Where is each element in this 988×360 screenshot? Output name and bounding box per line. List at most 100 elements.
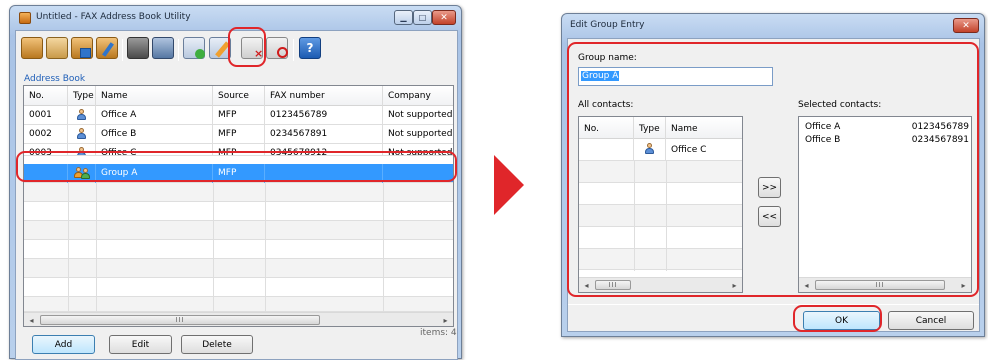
fax-user-icon[interactable] <box>152 37 174 59</box>
dialog-client-area: Group name: Group A All contacts: Select… <box>567 38 980 332</box>
arrow-icon <box>494 155 524 215</box>
cell-fax: 0123456789 <box>265 106 383 125</box>
save-icon[interactable] <box>71 37 93 59</box>
cell-type <box>68 125 96 144</box>
help-icon[interactable]: ? <box>299 37 321 59</box>
scroll-thumb[interactable]: III <box>595 280 631 290</box>
cell-name: Office A <box>96 106 213 125</box>
minimize-icon: ▁ <box>400 12 407 22</box>
scroll-thumb[interactable]: III <box>815 280 945 290</box>
delete-entry-icon[interactable]: × <box>241 37 263 60</box>
cancel-button[interactable]: Cancel <box>888 311 974 330</box>
table-header: No. Type Name <box>579 117 742 139</box>
scroll-left-icon[interactable]: ◂ <box>579 278 594 292</box>
selected-fax: 0123456789 <box>911 122 969 132</box>
column-divider <box>265 183 266 313</box>
column-header[interactable]: Name <box>96 86 213 106</box>
cell-company: Not supported <box>388 110 453 120</box>
person-icon <box>76 147 87 155</box>
selected-name: Office B <box>805 135 841 145</box>
horizontal-scrollbar[interactable]: ◂ III ▸ <box>799 277 971 292</box>
add-contact-icon[interactable] <box>183 37 205 59</box>
cell-name: Group A <box>96 164 213 183</box>
dialog-title-bar[interactable]: Edit Group Entry ✕ <box>562 14 984 38</box>
dialog-close-button[interactable]: ✕ <box>953 18 979 33</box>
cell-fax <box>265 164 383 183</box>
maximize-icon: □ <box>418 12 427 22</box>
edit-button[interactable]: Edit <box>109 335 172 354</box>
all-contacts-table[interactable]: No. Type Name Office C ◂ III ▸ <box>578 116 743 293</box>
table-row[interactable]: 0001 Office A MFP 0123456789 Not support… <box>24 106 453 125</box>
close-button[interactable]: ✕ <box>432 10 456 25</box>
ok-button[interactable]: OK <box>803 311 880 330</box>
scroll-right-icon[interactable]: ▸ <box>727 278 742 292</box>
horizontal-scrollbar[interactable]: ◂ III ▸ <box>579 277 742 292</box>
cell-company <box>383 164 453 183</box>
empty-row <box>24 240 453 259</box>
edit-book-icon[interactable] <box>96 37 118 59</box>
cell-no <box>579 139 634 161</box>
column-divider <box>213 183 214 313</box>
scroll-thumb[interactable]: III <box>40 315 320 325</box>
selected-contacts-list[interactable]: Office A 0123456789 Office B 0234567891 … <box>798 116 972 293</box>
empty-row <box>579 161 742 183</box>
column-header[interactable]: No. <box>579 117 634 139</box>
cell-no: 0001 <box>24 106 68 125</box>
cell-company: Not supported <box>388 148 453 156</box>
close-icon: ✕ <box>440 12 448 23</box>
group-name-field[interactable]: Group A <box>578 67 773 86</box>
scroll-right-icon[interactable]: ▸ <box>438 313 453 326</box>
selected-fax: 0234567891 <box>911 135 969 145</box>
table-row-selected[interactable]: Group A MFP <box>24 164 453 183</box>
add-button[interactable]: Add <box>32 335 95 354</box>
column-header[interactable]: No. <box>24 86 68 106</box>
empty-row <box>24 183 453 202</box>
horizontal-scrollbar[interactable]: ◂ III ▸ <box>24 312 453 326</box>
address-book-window: Untitled - FAX Address Book Utility ▁ □ … <box>9 5 462 360</box>
list-item[interactable]: Office B 0234567891 <box>805 135 969 147</box>
footer-divider <box>568 304 979 305</box>
block-entry-icon[interactable] <box>266 37 288 59</box>
column-header[interactable]: Name <box>666 117 742 139</box>
edit-group-icon[interactable] <box>209 37 231 59</box>
group-icon <box>73 167 91 179</box>
empty-row <box>579 205 742 227</box>
title-bar[interactable]: Untitled - FAX Address Book Utility ▁ □ … <box>10 6 461 30</box>
empty-row <box>24 297 453 312</box>
scroll-left-icon[interactable]: ◂ <box>24 313 39 326</box>
list-item[interactable]: Office A 0123456789 <box>805 122 969 134</box>
column-header[interactable]: Company <box>383 86 453 106</box>
open-book-icon[interactable] <box>21 37 43 59</box>
column-header[interactable]: Source <box>213 86 265 106</box>
column-header[interactable]: FAX number <box>265 86 383 106</box>
column-header[interactable]: Type <box>634 117 666 139</box>
toolbar-separator <box>178 39 179 61</box>
empty-row <box>24 278 453 297</box>
address-book-table[interactable]: No. Type Name Source FAX number Company … <box>23 85 454 327</box>
cell-source: MFP <box>213 106 265 125</box>
minimize-button[interactable]: ▁ <box>394 10 413 25</box>
cell-type <box>68 144 96 155</box>
table-row[interactable]: 0002 Office B MFP 0234567891 Not support… <box>24 125 453 144</box>
app-icon <box>19 12 31 24</box>
cell-no <box>24 164 68 183</box>
column-header[interactable]: Type <box>68 86 96 106</box>
remove-from-group-button[interactable]: << <box>758 206 781 227</box>
scroll-right-icon[interactable]: ▸ <box>956 278 971 292</box>
person-icon <box>644 143 655 155</box>
toolbar-separator <box>293 39 294 61</box>
scroll-left-icon[interactable]: ◂ <box>799 278 814 292</box>
delete-button[interactable]: Delete <box>181 335 253 354</box>
fax-machine-icon[interactable] <box>127 37 149 59</box>
section-label: Address Book <box>24 74 86 84</box>
cell-no: 0002 <box>24 125 68 144</box>
maximize-button[interactable]: □ <box>413 10 432 25</box>
cell-fax: 0345678912 <box>265 144 383 155</box>
table-row[interactable]: Office C <box>579 139 742 161</box>
table-row[interactable]: 0003 Office C MFP 0345678912 Not support… <box>24 144 453 156</box>
address-book-icon[interactable] <box>46 37 68 59</box>
person-icon <box>76 109 87 121</box>
add-to-group-button[interactable]: >> <box>758 177 781 198</box>
column-divider <box>634 161 635 271</box>
cell-type <box>68 106 96 125</box>
